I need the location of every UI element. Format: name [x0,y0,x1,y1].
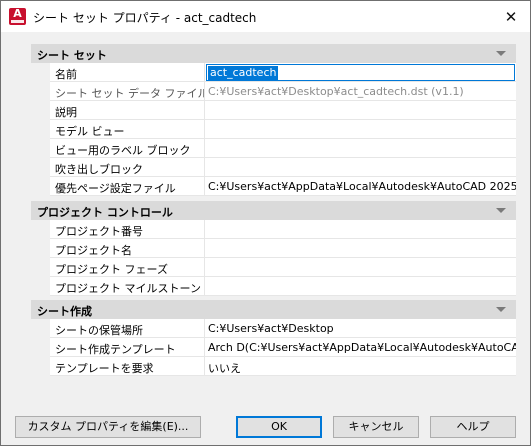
property-name: 説明 [50,101,205,120]
property-value[interactable] [205,258,516,277]
property-row-project-milestone[interactable]: プロジェクト マイルストーン [31,277,516,296]
property-row-name[interactable]: 名前 act_cadtech [31,63,516,82]
property-value[interactable] [205,277,516,296]
property-value[interactable]: C:¥Users¥act¥Desktop [205,319,516,338]
property-name: ビュー用のラベル ブロック [50,139,205,158]
category-sheet-creation[interactable]: シート作成 [31,300,516,319]
property-row-dst-file[interactable]: シート セット データ ファイル C:¥Users¥act¥Desktop¥ac… [31,82,516,101]
edit-custom-properties-button[interactable]: カスタム プロパティを編集(E)... [15,416,201,438]
property-name: プロジェクト マイルストーン [50,277,205,296]
collapse-arrow-icon[interactable] [496,208,506,213]
property-row-description[interactable]: 説明 [31,101,516,120]
property-value[interactable] [205,101,516,120]
property-row-callout-block[interactable]: 吹き出しブロック [31,158,516,177]
property-row-prompt-template[interactable]: テンプレートを要求 いいえ [31,357,516,376]
category-label: シート作成 [37,305,92,318]
property-name: シートの保管場所 [50,319,205,338]
property-value[interactable] [205,139,516,158]
property-value[interactable] [205,220,516,239]
property-row-project-phase[interactable]: プロジェクト フェーズ [31,258,516,277]
property-name: プロジェクト フェーズ [50,258,205,277]
property-value[interactable]: いいえ [205,357,516,376]
property-name: 優先ページ設定ファイル [50,177,205,196]
category-label: プロジェクト コントロール [37,206,173,219]
help-button[interactable]: ヘルプ [430,416,516,438]
collapse-arrow-icon[interactable] [496,307,506,312]
property-row-project-name[interactable]: プロジェクト名 [31,239,516,258]
property-name: テンプレートを要求 [50,357,205,376]
window-title: シート セット プロパティ - act_cadtech [33,11,257,25]
title-bar: A シート セット プロパティ - act_cadtech ✕ [1,1,530,32]
property-value[interactable] [205,120,516,139]
property-value[interactable] [205,158,516,177]
property-name: モデル ビュー [50,120,205,139]
property-row-view-label-block[interactable]: ビュー用のラベル ブロック [31,139,516,158]
property-name: シート作成テンプレート [50,338,205,357]
property-name: 名前 [50,63,205,82]
property-name: プロジェクト番号 [50,220,205,239]
close-icon[interactable]: ✕ [500,6,522,28]
property-row-model-view[interactable]: モデル ビュー [31,120,516,139]
property-row-page-setup-file[interactable]: 優先ページ設定ファイル C:¥Users¥act¥AppData¥Local¥A… [31,177,516,196]
category-project-control[interactable]: プロジェクト コントロール [31,201,516,220]
property-value[interactable]: C:¥Users¥act¥AppData¥Local¥Autodesk¥Auto… [205,177,516,196]
property-value-input[interactable]: act_cadtech [205,63,516,82]
property-name: 吹き出しブロック [50,158,205,177]
property-row-project-number[interactable]: プロジェクト番号 [31,220,516,239]
category-sheet-set[interactable]: シート セット [31,44,516,63]
property-value[interactable] [205,239,516,258]
property-row-sheet-storage[interactable]: シートの保管場所 C:¥Users¥act¥Desktop [31,319,516,338]
sheet-set-properties-dialog: A シート セット プロパティ - act_cadtech ✕ シート セット … [0,0,531,446]
ok-button[interactable]: OK [236,416,322,438]
collapse-arrow-icon[interactable] [496,51,506,56]
selected-text[interactable]: act_cadtech [208,66,279,80]
property-row-sheet-template[interactable]: シート作成テンプレート Arch D(C:¥Users¥act¥AppData¥… [31,338,516,357]
app-icon-letter: A [13,7,22,20]
cancel-button[interactable]: キャンセル [333,416,419,438]
property-value: C:¥Users¥act¥Desktop¥act_cadtech.dst (v1… [205,82,516,101]
autocad-app-icon: A [9,8,26,25]
property-name: シート セット データ ファイル [50,82,205,101]
property-value[interactable]: Arch D(C:¥Users¥act¥AppData¥Local¥Autode… [205,338,516,357]
category-label: シート セット [37,49,107,62]
property-name: プロジェクト名 [50,239,205,258]
property-grid: シート セット 名前 act_cadtech シート セット データ ファイル … [31,44,516,379]
